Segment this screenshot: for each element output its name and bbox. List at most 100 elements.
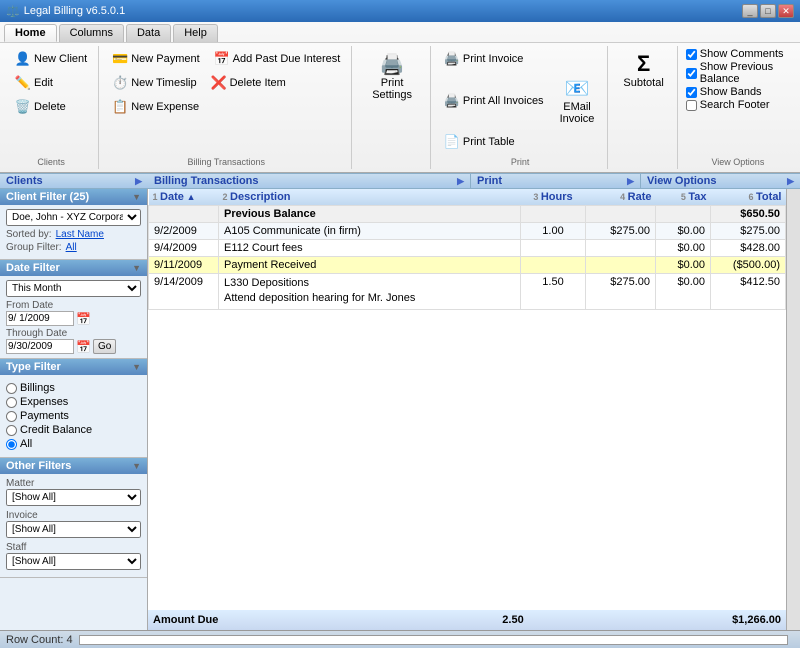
- show-bands-label: Show Bands: [700, 86, 762, 98]
- minimize-button[interactable]: _: [742, 4, 758, 18]
- matter-select[interactable]: [Show All]: [6, 489, 141, 506]
- credit-radio[interactable]: [6, 425, 17, 436]
- print-settings-label: Print Settings: [367, 77, 417, 101]
- view-section-label: View Options: [647, 175, 716, 187]
- new-expense-label: New Expense: [131, 101, 199, 113]
- billing-row3: 📋 New Expense: [107, 96, 345, 118]
- matter-label: Matter: [6, 478, 141, 489]
- new-payment-button[interactable]: 💳 New Payment: [107, 48, 204, 70]
- billing-section-icon[interactable]: ▶: [457, 176, 464, 187]
- col-tax[interactable]: 5 Tax: [656, 189, 711, 206]
- other-filters-header[interactable]: Other Filters ▼: [0, 458, 147, 474]
- tab-columns[interactable]: Columns: [59, 24, 124, 42]
- print-settings-button[interactable]: 🖨️ Print Settings: [360, 48, 424, 105]
- show-comments-row: Show Comments: [686, 48, 790, 60]
- col-rate[interactable]: 4 Rate: [586, 189, 656, 206]
- billings-radio[interactable]: [6, 383, 17, 394]
- edit-button[interactable]: ✏️ Edit: [10, 72, 58, 94]
- type-filter-body: Billings Expenses Payments Credit Balanc…: [0, 375, 147, 457]
- print-all-button[interactable]: 🖨️ Print All Invoices: [439, 90, 549, 112]
- print-section-label: Print: [477, 175, 502, 187]
- col-hours[interactable]: 3 Hours: [521, 189, 586, 206]
- show-bands-checkbox[interactable]: [686, 87, 697, 98]
- tab-help[interactable]: Help: [173, 24, 218, 42]
- view-section-icon[interactable]: ▶: [787, 176, 794, 187]
- type-filter-chevron: ▼: [132, 362, 141, 372]
- footer-label: Amount Due: [148, 612, 468, 628]
- new-client-icon: 👤: [15, 51, 31, 67]
- print-all-label: Print All Invoices: [463, 95, 544, 107]
- delete-item-label: Delete Item: [230, 77, 286, 89]
- row2-description: E112 Court fees: [219, 240, 521, 257]
- row2-total: $428.00: [711, 240, 786, 257]
- tab-data[interactable]: Data: [126, 24, 171, 42]
- client-filter-header[interactable]: Client Filter (25) ▼: [0, 189, 147, 205]
- show-prev-balance-checkbox[interactable]: [686, 68, 697, 79]
- new-expense-button[interactable]: 📋 New Expense: [107, 96, 204, 118]
- date-filter-header[interactable]: Date Filter ▼: [0, 260, 147, 276]
- row1-hours: 1.00: [521, 223, 586, 240]
- view-section-bar: View Options ▶: [640, 173, 800, 189]
- subtotal-button[interactable]: Σ Subtotal: [616, 48, 670, 93]
- billing-table-wrapper[interactable]: 1 Date ▲ 2 Description 3 Hours: [148, 189, 786, 610]
- search-footer-checkbox[interactable]: [686, 100, 697, 111]
- edit-label: Edit: [34, 77, 53, 89]
- view-group-label: View Options: [686, 155, 790, 167]
- table-row[interactable]: 9/11/2009 Payment Received $0.00 ($500.0…: [149, 257, 786, 274]
- footer-total: $1,266.00: [716, 612, 786, 628]
- add-past-due-button[interactable]: 📅 Add Past Due Interest: [209, 48, 346, 70]
- col-total[interactable]: 6 Total: [711, 189, 786, 206]
- new-timeslip-button[interactable]: ⏱️ New Timeslip: [107, 72, 201, 94]
- expenses-radio[interactable]: [6, 397, 17, 408]
- sorted-by-value[interactable]: Last Name: [56, 229, 104, 240]
- billing-section-label: Billing Transactions: [154, 175, 259, 187]
- type-filter-header[interactable]: Type Filter ▼: [0, 359, 147, 375]
- edit-icon: ✏️: [15, 75, 31, 91]
- print-section-icon[interactable]: ▶: [627, 176, 634, 187]
- date-range-select[interactable]: This Month: [6, 280, 141, 297]
- row0-description: Previous Balance: [219, 206, 521, 223]
- from-date-icon[interactable]: 📅: [76, 312, 91, 326]
- from-date-input[interactable]: [6, 311, 74, 326]
- row3-hours: [521, 257, 586, 274]
- tab-home[interactable]: Home: [4, 24, 57, 42]
- print-table-icon: 📄: [444, 134, 460, 150]
- payments-radio[interactable]: [6, 411, 17, 422]
- type-filter-title: Type Filter: [6, 361, 61, 373]
- col-desc-label: Description: [230, 191, 291, 203]
- client-select[interactable]: Doe, John - XYZ Corporation: [6, 209, 141, 226]
- close-button[interactable]: ✕: [778, 4, 794, 18]
- new-client-button[interactable]: 👤 New Client: [10, 48, 92, 70]
- table-row[interactable]: 9/14/2009 L330 Depositions Attend deposi…: [149, 274, 786, 310]
- delete-item-button[interactable]: ❌ Delete Item: [206, 72, 291, 94]
- col-description[interactable]: 2 Description: [219, 189, 521, 206]
- invoice-select[interactable]: [Show All]: [6, 521, 141, 538]
- staff-select[interactable]: [Show All]: [6, 553, 141, 570]
- restore-button[interactable]: □: [760, 4, 776, 18]
- table-row[interactable]: Previous Balance $650.50: [149, 206, 786, 223]
- row1-description: A105 Communicate (in firm): [219, 223, 521, 240]
- new-timeslip-icon: ⏱️: [112, 75, 128, 91]
- clients-section-icon[interactable]: ▶: [135, 176, 142, 187]
- radio-all: All: [6, 438, 141, 450]
- table-row[interactable]: 9/2/2009 A105 Communicate (in firm) 1.00…: [149, 223, 786, 240]
- go-button[interactable]: Go: [93, 339, 116, 354]
- email-invoice-button[interactable]: 📧 EMail Invoice: [553, 72, 602, 129]
- clients-row3: 🗑️ Delete: [10, 96, 92, 118]
- table-row[interactable]: 9/4/2009 E112 Court fees $0.00 $428.00: [149, 240, 786, 257]
- print-invoice-button[interactable]: 🖨️ Print Invoice: [439, 48, 529, 70]
- through-date-input[interactable]: [6, 339, 74, 354]
- show-comments-checkbox[interactable]: [686, 49, 697, 60]
- ribbon-tabs: Home Columns Data Help: [0, 22, 800, 42]
- scrollbar[interactable]: [786, 189, 800, 630]
- col-date[interactable]: 1 Date ▲: [149, 189, 219, 206]
- left-panel: Client Filter (25) ▼ Doe, John - XYZ Cor…: [0, 189, 148, 630]
- client-filter-section: Client Filter (25) ▼ Doe, John - XYZ Cor…: [0, 189, 147, 260]
- group-filter-value[interactable]: All: [66, 242, 77, 253]
- through-date-icon[interactable]: 📅: [76, 340, 91, 354]
- delete-button[interactable]: 🗑️ Delete: [10, 96, 71, 118]
- all-radio[interactable]: [6, 439, 17, 450]
- from-date-label: From Date: [6, 300, 141, 311]
- print-table-button[interactable]: 📄 Print Table: [439, 131, 520, 153]
- all-label: All: [20, 438, 32, 450]
